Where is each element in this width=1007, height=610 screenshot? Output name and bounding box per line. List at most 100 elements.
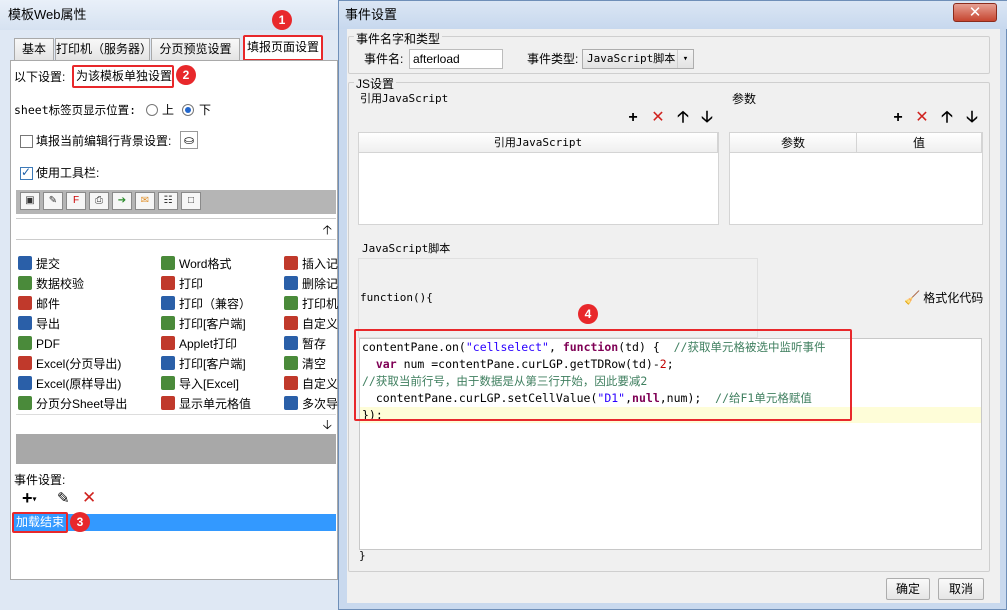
toolbar-button-item[interactable]: 提交: [18, 254, 156, 274]
paint-bucket-icon[interactable]: ⛀: [180, 131, 198, 149]
button-item-label: 邮件: [36, 297, 61, 311]
tab-basic[interactable]: 基本: [14, 38, 54, 60]
mail-icon: ✉: [135, 192, 155, 210]
button-item-label: 分页分Sheet导出: [36, 397, 128, 411]
toolbar-button-item[interactable]: 插入记: [284, 254, 338, 274]
tree-icon: ☷: [158, 192, 178, 210]
button-item-label: 暂存: [302, 337, 327, 351]
use-toolbar-checkbox[interactable]: [20, 165, 33, 180]
button-item-label: 打印机: [302, 297, 338, 311]
sheet-tab-position-label: sheet标签页显示位置:: [14, 103, 137, 117]
button-item-icon: [284, 356, 298, 370]
event-type-value: JavaScript脚本: [587, 52, 676, 65]
button-item-icon: [284, 256, 298, 270]
toolbar-button-item[interactable]: Excel(分页导出): [18, 354, 156, 374]
button-item-label: 打印: [179, 277, 204, 291]
delete-event-icon[interactable]: ✕: [82, 488, 96, 508]
tab-printer-server[interactable]: 打印机（服务器）: [55, 38, 152, 60]
delete-param-icon[interactable]: ✕: [913, 108, 931, 128]
highlight-box-tab: [243, 35, 323, 61]
move-up-param-icon[interactable]: 🡡: [938, 108, 956, 128]
button-item-label: 多次导: [302, 397, 338, 411]
js-settings-group-label: JS设置: [354, 75, 397, 92]
toolbar-button-item[interactable]: 分页分Sheet导出: [18, 394, 156, 414]
toolbar-button-item[interactable]: 打印: [161, 274, 299, 294]
toolbar-button-item[interactable]: Excel(原样导出): [18, 374, 156, 394]
step-badge-4: 4: [578, 304, 598, 324]
close-button[interactable]: ✕: [953, 3, 997, 22]
toolbar-button-item[interactable]: 自定义: [284, 314, 338, 334]
toolbar-button-item[interactable]: 打印[客户端]: [161, 314, 299, 334]
toolbar-scroll-up[interactable]: 🡡: [16, 218, 336, 240]
button-item-label: 提交: [36, 257, 61, 271]
left-window-title: 模板Web属性: [8, 7, 87, 22]
button-item-label: 打印[客户端]: [179, 317, 246, 331]
add-param-icon[interactable]: +: [889, 108, 907, 128]
toolbar-button-item[interactable]: 导入[Excel]: [161, 374, 299, 394]
tab-page-preview[interactable]: 分页预览设置: [151, 38, 240, 60]
button-item-label: Excel(分页导出): [36, 357, 122, 371]
toolbar-button-item[interactable]: 显示单元格值: [161, 394, 299, 414]
step-badge-2: 2: [176, 65, 196, 85]
event-name-input[interactable]: afterload: [409, 49, 503, 69]
toolbar-gray-strip: [16, 434, 336, 464]
event-type-select[interactable]: JavaScript脚本 ▾: [582, 49, 694, 69]
button-list-scroll-down[interactable]: 🡣: [16, 414, 336, 434]
dialog-titlebar: 事件设置: [339, 1, 1007, 29]
button-item-label: Applet打印: [179, 337, 238, 351]
arrow-up-icon: 🡡: [322, 222, 332, 237]
cancel-button[interactable]: 取消: [938, 578, 984, 600]
toolbar-button-item[interactable]: 导出: [18, 314, 156, 334]
button-item-icon: [18, 396, 32, 410]
settings-scope-dropdown[interactable]: 为该模板单独设置: [72, 65, 174, 88]
params-value-header[interactable]: 值: [857, 133, 982, 153]
format-code-button[interactable]: 🧹 格式化代码: [904, 290, 983, 306]
toolbar-button-item[interactable]: 打印[客户端]: [161, 354, 299, 374]
add-ref-js-icon[interactable]: +: [624, 108, 642, 128]
step-badge-3: 3: [70, 512, 90, 532]
delete-ref-js-icon[interactable]: ✕: [649, 108, 667, 128]
sheet-tab-top-radio[interactable]: [146, 104, 158, 116]
edit-event-icon[interactable]: ✎: [57, 489, 70, 509]
button-item-label: Excel(原样导出): [36, 377, 122, 391]
params-name-header[interactable]: 参数: [730, 133, 857, 153]
event-type-label: 事件类型:: [527, 52, 579, 66]
print-icon: ⎙: [89, 192, 109, 210]
toolbar-button-item[interactable]: 打印机: [284, 294, 338, 314]
toolbar-button-item[interactable]: 邮件: [18, 294, 156, 314]
script-label: JavaScript脚本: [362, 242, 451, 255]
move-down-param-icon[interactable]: 🡣: [963, 108, 981, 128]
ok-button[interactable]: 确定: [886, 578, 930, 600]
closing-brace: }: [359, 549, 366, 562]
broom-icon: 🧹: [904, 290, 921, 305]
button-item-icon: [161, 356, 175, 370]
move-down-ref-js-icon[interactable]: 🡣: [698, 108, 716, 128]
toolbar-button-item[interactable]: 自定义: [284, 374, 338, 394]
save-icon: ▣: [20, 192, 40, 210]
row-bg-checkbox[interactable]: [20, 135, 33, 148]
toolbar-button-item[interactable]: 多次导: [284, 394, 338, 414]
button-item-label: Word格式: [179, 257, 232, 271]
highlight-box-code: [354, 329, 852, 421]
sheet-tab-bottom-radio[interactable]: [182, 104, 194, 116]
ref-js-column-header[interactable]: 引用JavaScript: [359, 133, 718, 153]
toolbar-button-item[interactable]: Word格式: [161, 254, 299, 274]
event-item-afterload[interactable]: 加载结束: [12, 512, 68, 533]
toolbar-button-item[interactable]: 暂存: [284, 334, 338, 354]
sheet-tab-top-label: 上: [162, 103, 175, 117]
button-item-label: 删除记: [302, 277, 338, 291]
button-item-icon: [18, 356, 32, 370]
toolbar-button-item[interactable]: 清空: [284, 354, 338, 374]
add-event-icon[interactable]: +▾: [22, 488, 37, 509]
toolbar-button-item[interactable]: 打印（兼容）: [161, 294, 299, 314]
button-item-icon: [18, 376, 32, 390]
button-item-icon: [161, 376, 175, 390]
settings-prefix-label: 以下设置:: [14, 70, 66, 84]
event-settings-label: 事件设置:: [14, 473, 66, 487]
move-up-ref-js-icon[interactable]: 🡡: [674, 108, 692, 128]
toolbar-button-item[interactable]: 数据校验: [18, 274, 156, 294]
button-item-icon: [161, 316, 175, 330]
toolbar-button-item[interactable]: Applet打印: [161, 334, 299, 354]
toolbar-button-item[interactable]: PDF: [18, 334, 156, 354]
toolbar-button-item[interactable]: 删除记: [284, 274, 338, 294]
